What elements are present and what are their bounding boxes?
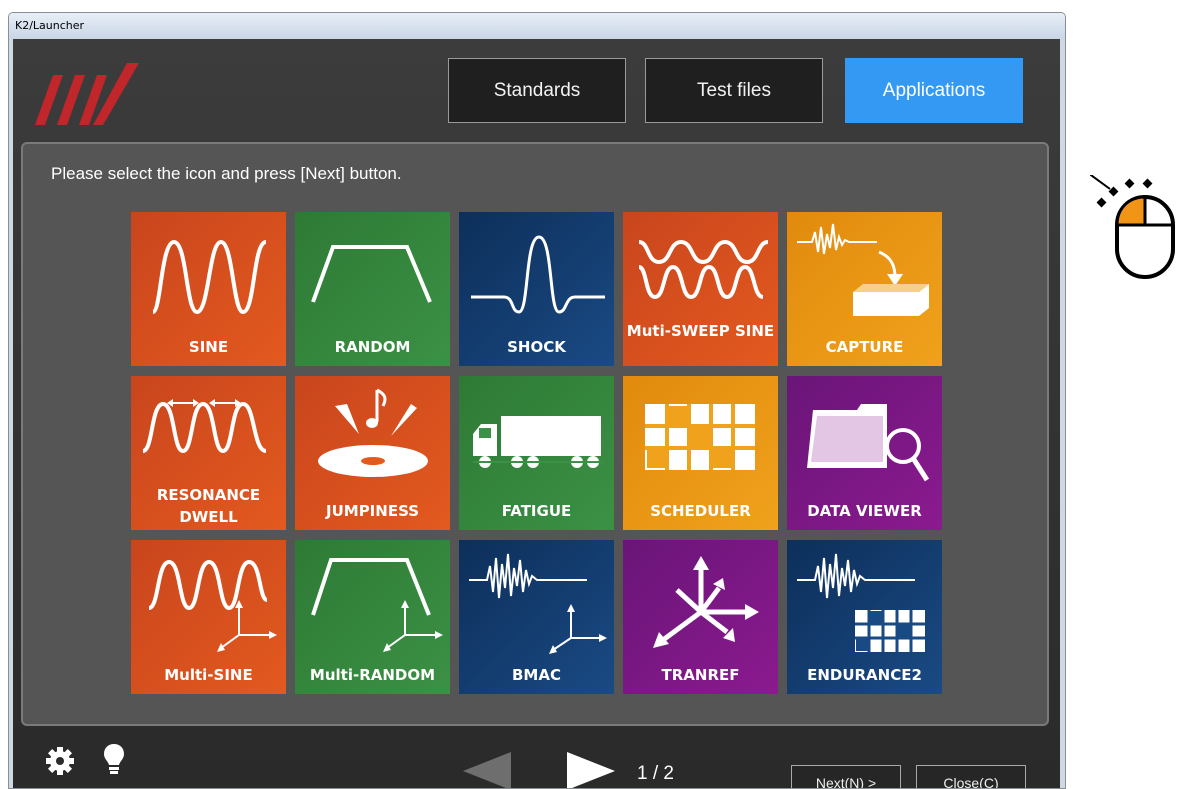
tile-jumpiness[interactable]: JUMPINESS	[295, 376, 450, 530]
tile-label: SINE	[188, 338, 229, 356]
applications-panel: Please select the icon and press [Next] …	[21, 142, 1049, 726]
next-button[interactable]: Next(N) >	[791, 765, 901, 788]
tile-tranref[interactable]: TRANREF	[623, 540, 778, 694]
tab-standards[interactable]: Standards	[448, 58, 626, 123]
close-button[interactable]: Close(C)	[916, 765, 1026, 788]
tile-label: JUMPINESS	[326, 502, 419, 520]
tile-label: BMAC	[512, 666, 561, 684]
tile-scheduler[interactable]: SCHEDULER	[623, 376, 778, 530]
tile-label: FATIGUE	[501, 502, 572, 520]
instruction-text: Please select the icon and press [Next] …	[51, 164, 402, 183]
tile-multi-sine[interactable]: Multi-SINE	[131, 540, 286, 694]
title-bar: K2/Launcher	[9, 13, 1065, 39]
page-counter: 1 / 2	[637, 763, 674, 784]
tab-applications[interactable]: Applications	[845, 58, 1023, 123]
tile-endurance2[interactable]: ENDURANCE2	[787, 540, 942, 694]
tile-multi-random[interactable]: Multi-RANDOM	[295, 540, 450, 694]
tile-data-viewer[interactable]: DATA VIEWER	[787, 376, 942, 530]
tile-label: Multi-RANDOM	[309, 666, 436, 684]
mouse-click-annotation-icon	[1090, 175, 1175, 279]
tile-random[interactable]: RANDOM	[295, 212, 450, 366]
tile-multi-sweep-sine[interactable]: Muti-SWEEP SINE	[623, 212, 778, 366]
brand-logo	[35, 63, 139, 125]
tile-fatigue[interactable]: FATIGUE	[459, 376, 614, 530]
tile-label: RANDOM	[334, 338, 411, 356]
tab-test-files[interactable]: Test files	[645, 58, 823, 123]
multi-sweep-wave-icon	[638, 239, 769, 300]
tile-label: TRANREF	[661, 666, 740, 684]
tile-label-line2: DWELL	[179, 508, 238, 526]
tile-label: SHOCK	[507, 338, 566, 356]
launcher-window: K2/Launcher Standards Test files Applica…	[8, 12, 1066, 789]
tile-shock[interactable]: SHOCK	[459, 212, 614, 366]
lightbulb-icon[interactable]	[103, 743, 125, 777]
tile-label: DATA VIEWER	[807, 502, 922, 520]
gear-icon[interactable]	[45, 746, 75, 776]
next-page-arrow-icon[interactable]	[565, 752, 615, 789]
tile-bmac[interactable]: BMAC	[459, 540, 614, 694]
launcher-client: Standards Test files Applications Please…	[13, 39, 1060, 788]
tile-sine[interactable]: SINE	[131, 212, 286, 366]
tile-label: Muti-SWEEP SINE	[626, 322, 775, 340]
tile-capture[interactable]: CAPTURE	[787, 212, 942, 366]
tile-label: SCHEDULER	[650, 502, 751, 520]
tile-label: Multi-SINE	[164, 666, 253, 684]
window-title: K2/Launcher	[15, 19, 85, 32]
previous-page-arrow-icon[interactable]	[463, 752, 513, 789]
tile-resonance-dwell[interactable]: RESONANCE DWELL	[131, 376, 286, 530]
tile-label: ENDURANCE2	[807, 666, 922, 684]
tile-label: CAPTURE	[825, 338, 904, 356]
tile-label: RESONANCE	[156, 486, 261, 504]
